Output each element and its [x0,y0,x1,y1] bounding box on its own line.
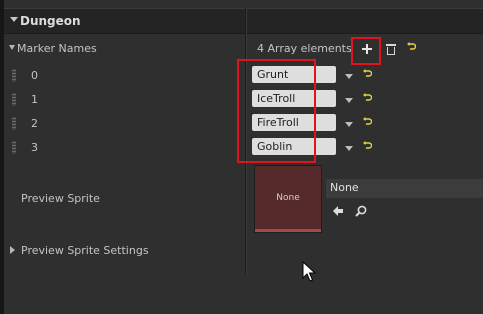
element-index: 1 [31,93,38,106]
thumbnail-none-text: None [276,193,300,203]
drag-handle-icon[interactable] [12,141,16,154]
marker-names-row: Marker Names 4 Array elements [4,37,483,61]
preview-sprite-settings-label: Preview Sprite Settings [21,244,149,257]
mouse-cursor-icon [302,261,316,282]
element-index: 0 [31,69,38,82]
details-panel: Dungeon Marker Names 4 Array elements 0 … [4,0,483,314]
marker-names-label: Marker Names [17,42,97,55]
search-icon[interactable] [355,205,367,217]
reset-to-default-icon[interactable] [406,42,416,52]
preview-sprite-settings-row[interactable]: Preview Sprite Settings [4,239,483,263]
arrow-left-icon[interactable] [332,205,344,217]
array-count: 4 Array elements [257,42,352,55]
category-title: Dungeon [20,14,81,28]
reset-to-default-icon[interactable] [362,117,372,127]
element-options-dropdown[interactable] [345,122,353,127]
element-options-dropdown[interactable] [345,98,353,103]
expand-arrow-icon[interactable] [10,246,15,254]
element-index: 2 [31,117,38,130]
collapse-triangle-icon[interactable] [10,17,18,22]
thumbnail-asset-color-bar [255,229,321,232]
drag-handle-icon[interactable] [12,69,16,82]
element-index: 3 [31,141,38,154]
reset-to-default-icon[interactable] [362,93,372,103]
element-options-dropdown[interactable] [345,74,353,79]
expand-arrow-icon[interactable] [9,45,15,50]
category-header-dungeon[interactable]: Dungeon [4,8,483,34]
element-options-dropdown[interactable] [345,146,353,151]
highlight-box-values [237,59,316,163]
trash-icon [386,44,396,46]
preview-sprite-label: Preview Sprite [21,192,100,205]
reset-to-default-icon[interactable] [362,141,372,151]
drag-handle-icon[interactable] [12,93,16,106]
reset-to-default-icon[interactable] [362,69,372,79]
asset-picker-combo[interactable]: None [326,179,483,198]
sprite-thumbnail[interactable]: None [254,165,322,233]
highlight-box-add [351,37,381,65]
delete-all-button[interactable] [383,41,399,57]
drag-handle-icon[interactable] [12,117,16,130]
